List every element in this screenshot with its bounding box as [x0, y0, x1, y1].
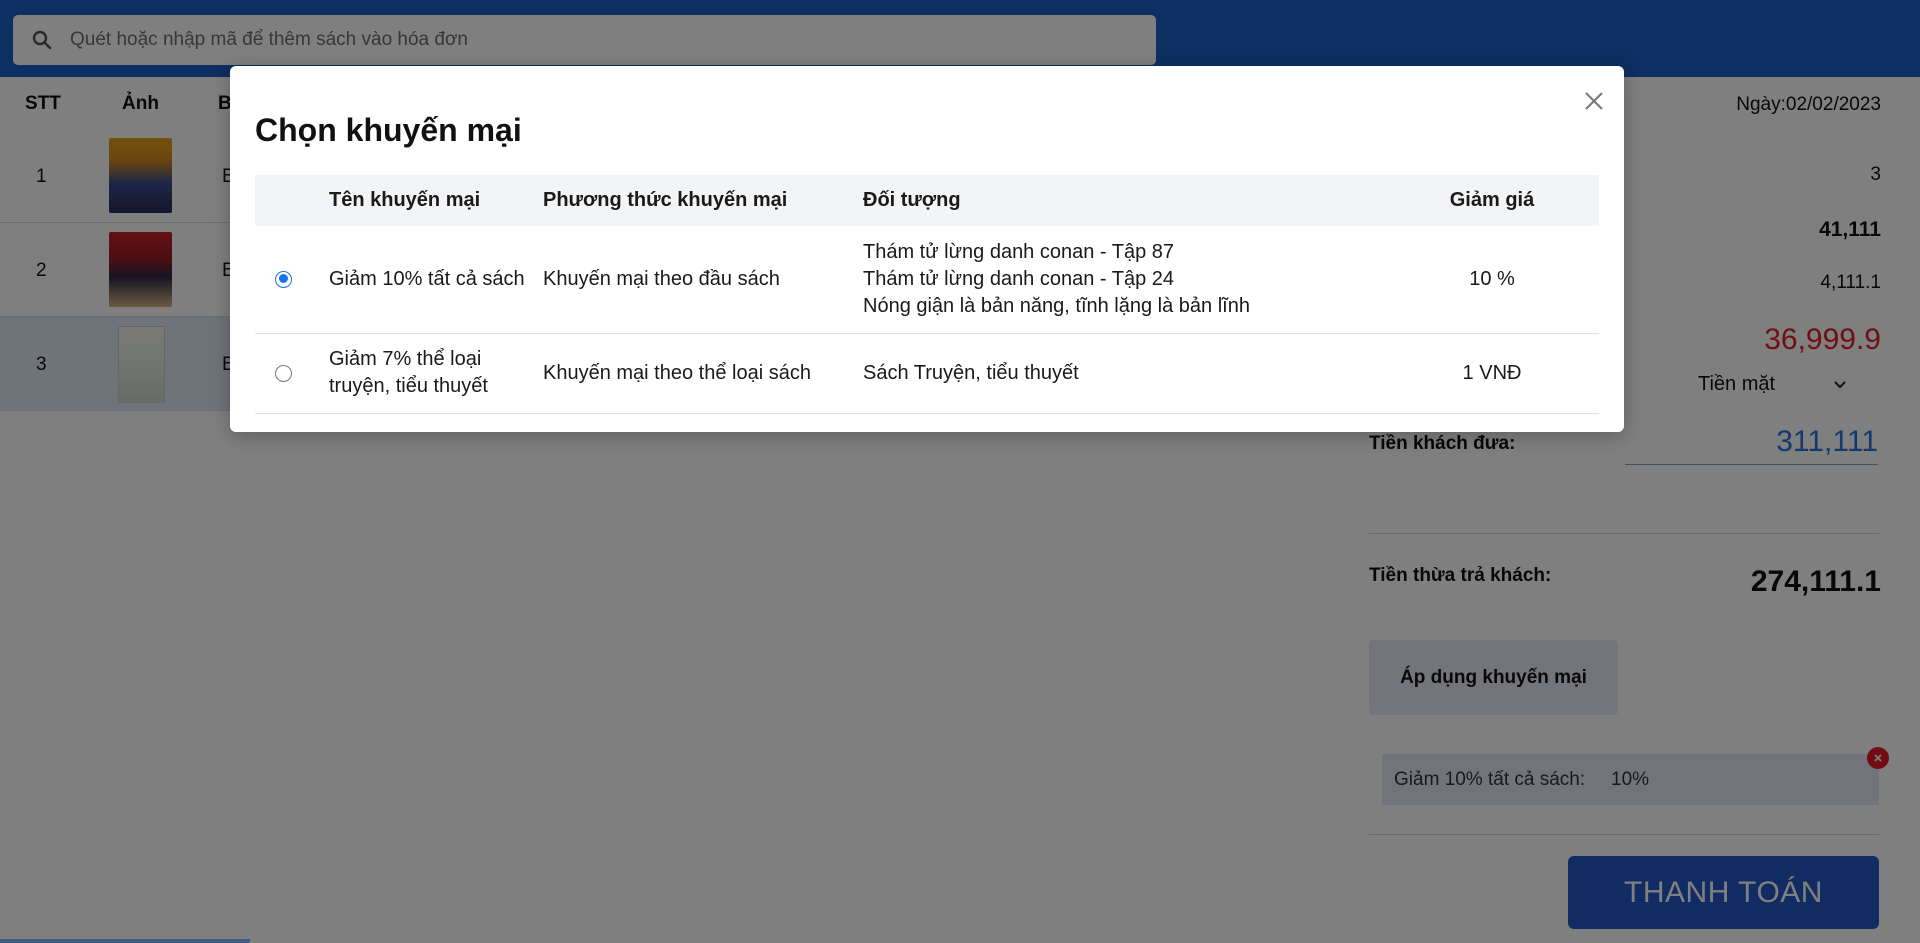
- promotion-row[interactable]: Giảm 7% thể loại truyện, tiểu thuyết Khu…: [255, 333, 1599, 414]
- promotion-name: Giảm 7% thể loại truyện, tiểu thuyết: [329, 333, 543, 414]
- modal-title: Chọn khuyến mại: [255, 112, 522, 148]
- promotion-row[interactable]: Giảm 10% tất cả sách Khuyến mại theo đầu…: [255, 226, 1599, 334]
- promotion-name: Giảm 10% tất cả sách: [329, 226, 543, 334]
- promotion-method: Khuyến mại theo thể loại sách: [543, 333, 863, 414]
- column-target-header: Đối tượng: [863, 189, 961, 211]
- promotion-modal: Chọn khuyến mại Tên khuyến mại Phương th…: [230, 66, 1624, 432]
- column-name-header: Tên khuyến mại: [329, 189, 481, 211]
- promotion-target: Thám tử lừng danh conan - Tập 87: [863, 240, 1175, 263]
- promotion-targets: Sách Truyện, tiểu thuyết: [863, 333, 1385, 414]
- promotion-table: Tên khuyến mại Phương thức khuyến mại Đố…: [255, 175, 1599, 414]
- promotion-radio[interactable]: [275, 364, 292, 382]
- promotion-target: Sách Truyện, tiểu thuyết: [863, 361, 1079, 384]
- select-column-header: [255, 175, 329, 226]
- close-button[interactable]: [1579, 86, 1609, 116]
- column-method-header: Phương thức khuyến mại: [543, 189, 788, 211]
- close-icon: [1585, 92, 1603, 110]
- promotion-discount: 1 VNĐ: [1385, 333, 1599, 414]
- column-discount-header: Giảm giá: [1449, 189, 1535, 211]
- promotion-method: Khuyến mại theo đầu sách: [543, 226, 863, 334]
- promotion-targets: Thám tử lừng danh conan - Tập 87 Thám tử…: [863, 226, 1385, 334]
- promotion-target: Nóng giận là bản năng, tĩnh lặng là bản …: [863, 294, 1250, 317]
- promotion-table-header: Tên khuyến mại Phương thức khuyến mại Đố…: [255, 175, 1599, 226]
- promotion-discount: 10 %: [1385, 226, 1599, 334]
- promotion-radio-selected[interactable]: [275, 270, 292, 288]
- promotion-target: Thám tử lừng danh conan - Tập 24: [863, 267, 1175, 290]
